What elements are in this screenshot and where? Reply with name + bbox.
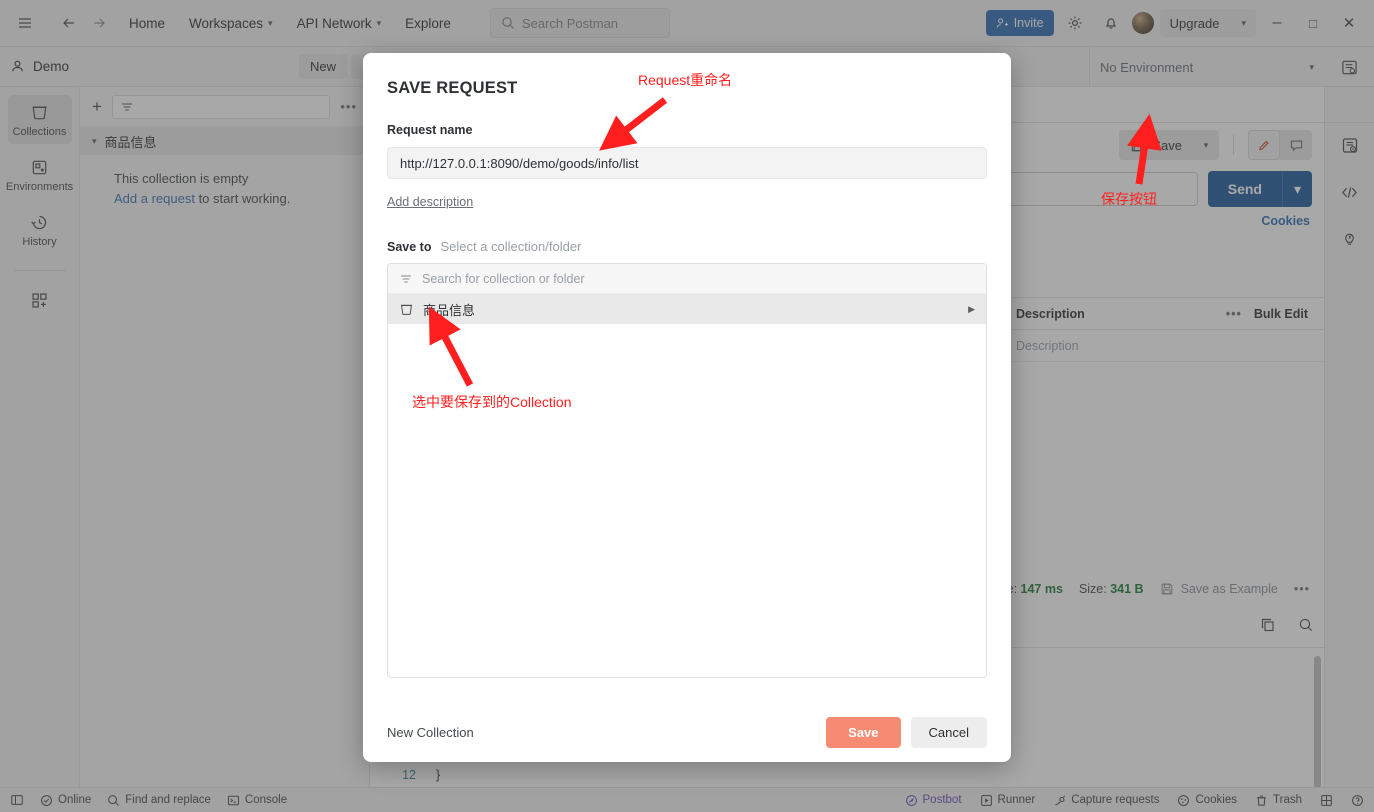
save-request-modal-body: SAVE REQUEST Request name http://127.0.0… bbox=[363, 53, 1011, 702]
save-to-label: Save to bbox=[387, 240, 432, 254]
annotation-select-collection-text: 选中要保存到的Collection bbox=[412, 394, 572, 410]
chevron-right-icon[interactable]: ▶ bbox=[968, 304, 975, 315]
collection-picker: Search for collection or folder 商品信息 ▶ bbox=[387, 263, 987, 678]
collection-icon bbox=[401, 304, 412, 315]
request-name-value: http://127.0.0.1:8090/demo/goods/info/li… bbox=[400, 155, 639, 171]
annotation-save-button-text: 保存按钮 bbox=[1101, 191, 1157, 207]
cancel-button[interactable]: Cancel bbox=[910, 716, 987, 748]
modal-action-buttons: Save Cancel bbox=[826, 716, 987, 748]
postman-app-window: Home Workspaces ▾ API Network ▾ Explore Se… bbox=[0, 0, 1374, 812]
request-name-input[interactable]: http://127.0.0.1:8090/demo/goods/info/li… bbox=[387, 147, 987, 179]
collection-search-placeholder: Search for collection or folder bbox=[422, 271, 585, 286]
save-to-row: Save to Select a collection/folder bbox=[387, 239, 987, 254]
collection-picker-item[interactable]: 商品信息 ▶ bbox=[388, 294, 986, 324]
save-request-modal-footer: New Collection Save Cancel bbox=[363, 702, 1011, 762]
request-name-label: Request name bbox=[387, 123, 473, 137]
save-to-value: Select a collection/folder bbox=[440, 239, 582, 254]
save-button[interactable]: Save bbox=[826, 716, 901, 748]
collection-picker-item-label: 商品信息 bbox=[423, 302, 476, 318]
collection-search-input[interactable]: Search for collection or folder bbox=[388, 264, 986, 294]
annotation-rename-text: Request重命名 bbox=[638, 72, 733, 88]
new-collection-button[interactable]: New Collection bbox=[387, 725, 474, 740]
add-description-link[interactable]: Add description bbox=[387, 195, 473, 209]
filter-icon bbox=[401, 274, 411, 283]
